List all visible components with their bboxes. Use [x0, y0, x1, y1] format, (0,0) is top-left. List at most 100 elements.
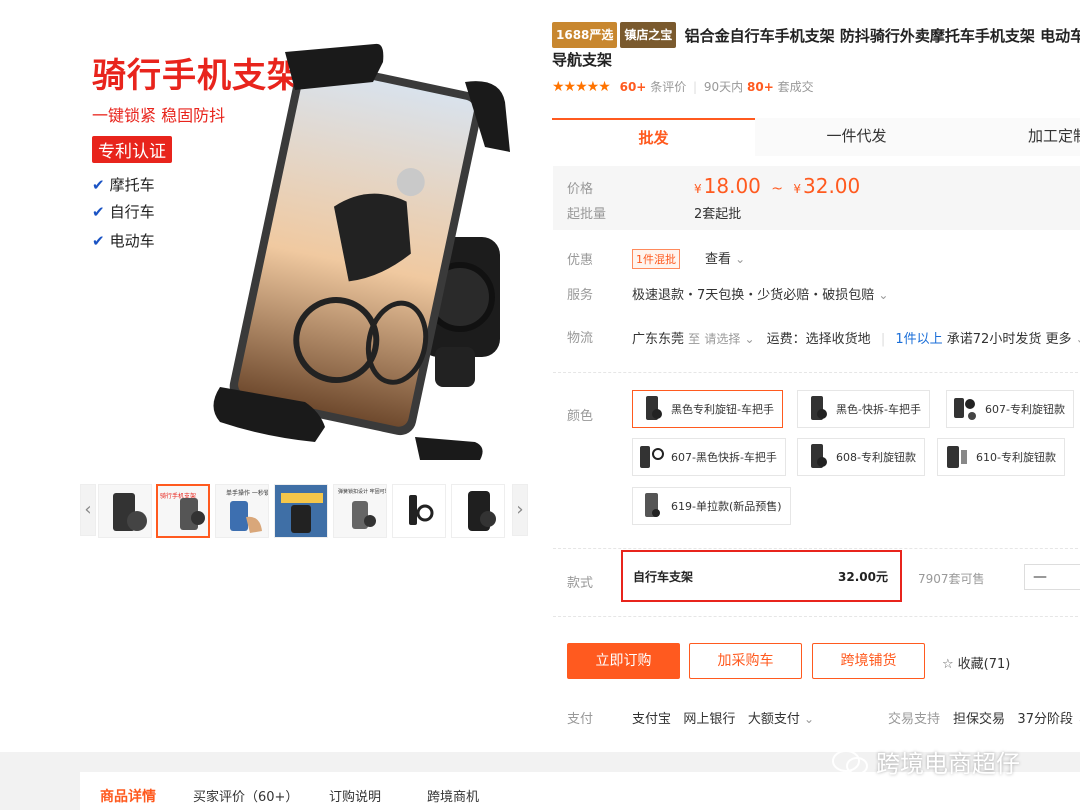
add-to-cart-button[interactable]: 加采购车 — [689, 643, 802, 679]
deal-label: 套成交 — [777, 80, 814, 94]
check-icon: ✔ — [92, 232, 105, 250]
tab-dropship[interactable]: 一件代发 — [755, 118, 958, 156]
style-label: 款式 — [567, 576, 594, 591]
clamp-thumb-icon — [352, 501, 376, 529]
holder-variant-icon — [637, 490, 665, 522]
period-label: 90天内 — [703, 80, 744, 94]
watermark: 跨境电商超仔 — [830, 744, 1020, 779]
payment-label: 支付 — [567, 712, 594, 727]
feature-item: ✔ 电动车 — [92, 232, 155, 250]
color-option[interactable]: 610-专利旋钮款 — [937, 438, 1065, 476]
holder-variant-icon — [802, 441, 830, 473]
divider — [553, 372, 1080, 373]
wechat-icon — [832, 749, 868, 775]
purchase-mode-tabs: 批发 一件代发 加工定制 — [552, 118, 1080, 156]
mixed-batch-badge: 1件混批 — [632, 249, 680, 269]
service-text[interactable]: 极速退款・7天包换・少货必赔・破损包赔 ⌄ — [632, 284, 888, 303]
moq-value: 2套起批 — [694, 207, 742, 222]
color-option[interactable]: 黑色-快拆-车把手 — [797, 390, 930, 428]
feature-item: ✔ 自行车 — [92, 203, 155, 221]
yanxuan-tag: 1688严选 — [552, 22, 618, 48]
thumbnail[interactable] — [274, 484, 328, 538]
offers-view-link[interactable]: 查看 ⌄ — [705, 248, 745, 267]
price-low: 18.00 — [703, 174, 761, 198]
mount-thumb-icon — [468, 491, 496, 531]
divider — [553, 548, 1080, 549]
ship-origin: 广东东莞 — [632, 332, 685, 347]
stock-available: 7907套可售 — [918, 572, 985, 586]
color-option[interactable]: 黑色专利旋钮-车把手 — [632, 390, 783, 428]
color-option[interactable]: 607-黑色快拆-车把手 — [632, 438, 786, 476]
color-option[interactable]: 608-专利旋钮款 — [797, 438, 925, 476]
tab-wholesale[interactable]: 批发 — [552, 118, 755, 156]
deal-count: 80+ — [747, 80, 774, 94]
favorite-button[interactable]: ☆ 收藏(71) — [942, 653, 1010, 672]
thumb-prev-button[interactable]: ‹ — [80, 484, 96, 536]
check-icon: ✔ — [92, 176, 105, 194]
cross-border-button[interactable]: 跨境铺货 — [812, 643, 925, 679]
star-outline-icon: ☆ — [942, 657, 954, 672]
chevron-down-icon: ⌄ — [744, 332, 755, 346]
divider — [553, 616, 1080, 617]
tab-cross-border[interactable]: 跨境商机 — [427, 786, 479, 805]
moq-label: 起批量 — [567, 207, 607, 222]
color-label: 颜色 — [567, 409, 594, 424]
logistics-more[interactable]: 更多 — [1045, 332, 1071, 347]
tab-order-notes[interactable]: 订购说明 — [329, 786, 381, 805]
color-option[interactable]: 619-单拉款(新品预售) — [632, 487, 791, 525]
chevron-down-icon: ⌄ — [1076, 332, 1080, 346]
holder-thumb-icon — [113, 493, 147, 531]
thumbnail[interactable]: 骑行手机支架 — [156, 484, 210, 538]
thumb-next-button[interactable]: › — [512, 484, 528, 536]
holder-variant-icon — [637, 393, 665, 425]
rating-row: ★★★★★ 60+ 条评价 | 90天内 80+ 套成交 — [552, 79, 814, 95]
style-name: 自行车支架 — [633, 570, 694, 584]
thumbnail[interactable] — [392, 484, 446, 538]
thumbnail[interactable] — [98, 484, 152, 538]
tab-product-details[interactable]: 商品详情 — [100, 786, 156, 806]
holder-thumb-icon: 骑行手机支架 — [160, 492, 205, 530]
freight-text[interactable]: 运费：选择收货地 — [767, 332, 871, 347]
holder-variant-icon — [942, 441, 970, 473]
tab-buyer-reviews[interactable]: 买家评价（60+） — [193, 786, 298, 805]
thumbnail[interactable]: 单手操作 一秒锁定 — [215, 484, 269, 538]
color-option[interactable]: 607-专利旋钮款 — [946, 390, 1074, 428]
ship-promise: 承诺72小时发货 — [946, 332, 1042, 347]
price-range: ¥18.00 ~ ¥32.00 — [694, 174, 861, 198]
offers-label: 优惠 — [567, 253, 594, 268]
store-treasure-tag: 镇店之宝 — [620, 22, 677, 48]
min-order-text: 1件以上 — [895, 332, 943, 347]
tab-custom[interactable]: 加工定制 — [958, 118, 1080, 156]
chevron-down-icon: ⌄ — [878, 288, 889, 302]
holder-variant-icon — [951, 393, 979, 425]
chevron-down-icon: ⌄ — [804, 712, 815, 726]
product-title: 1688严选 镇店之宝 铝合金自行车手机支架 防抖骑行外卖摩托车手机支架 电动车导… — [552, 22, 1080, 72]
buy-now-button[interactable]: 立即订购 — [567, 643, 680, 679]
destination-select[interactable]: 请选择 — [704, 332, 740, 346]
holder-variant-icon — [802, 393, 830, 425]
mount-thumb-icon — [409, 495, 434, 525]
check-icon: ✔ — [92, 203, 105, 221]
thumbnail[interactable]: 弹簧锁扣设计 牢固可靠 — [333, 484, 387, 538]
style-price: 32.00元 — [838, 570, 888, 584]
style-option-highlight[interactable]: 自行车支架 32.00元 — [621, 550, 902, 602]
phone-holder-illustration — [213, 43, 510, 460]
price-label: 价格 — [567, 182, 594, 197]
hand-thumb-icon — [230, 501, 262, 533]
star-rating-icon: ★★★★★ — [552, 79, 611, 95]
price-high: 32.00 — [803, 174, 861, 198]
main-product-image[interactable]: 骑行手机支架 一键锁紧 稳固防抖 专利认证 ✔ 摩托车 ✔ 自行车 ✔ 电动车 — [80, 20, 530, 470]
payment-methods[interactable]: 支付宝 网上银行 大额支付 ⌄ — [632, 708, 814, 727]
phone-thumb-icon — [281, 493, 323, 533]
holder-variant-icon — [637, 441, 665, 473]
logistics-label: 物流 — [567, 331, 594, 346]
review-count[interactable]: 60+ — [620, 80, 647, 94]
logistics-row: 广东东莞 至 请选择 ⌄ 运费：选择收货地 | 1件以上 承诺72小时发货 更多… — [632, 328, 1080, 347]
service-label: 服务 — [567, 288, 594, 303]
quantity-decrement-button[interactable]: — — [1024, 564, 1080, 590]
thumbnail[interactable] — [451, 484, 505, 538]
chevron-down-icon: ⌄ — [735, 252, 746, 266]
feature-item: ✔ 摩托车 — [92, 176, 155, 194]
review-label: 条评价 — [650, 80, 687, 94]
trade-support[interactable]: 担保交易 37分阶段 ⌄ — [953, 708, 1080, 727]
